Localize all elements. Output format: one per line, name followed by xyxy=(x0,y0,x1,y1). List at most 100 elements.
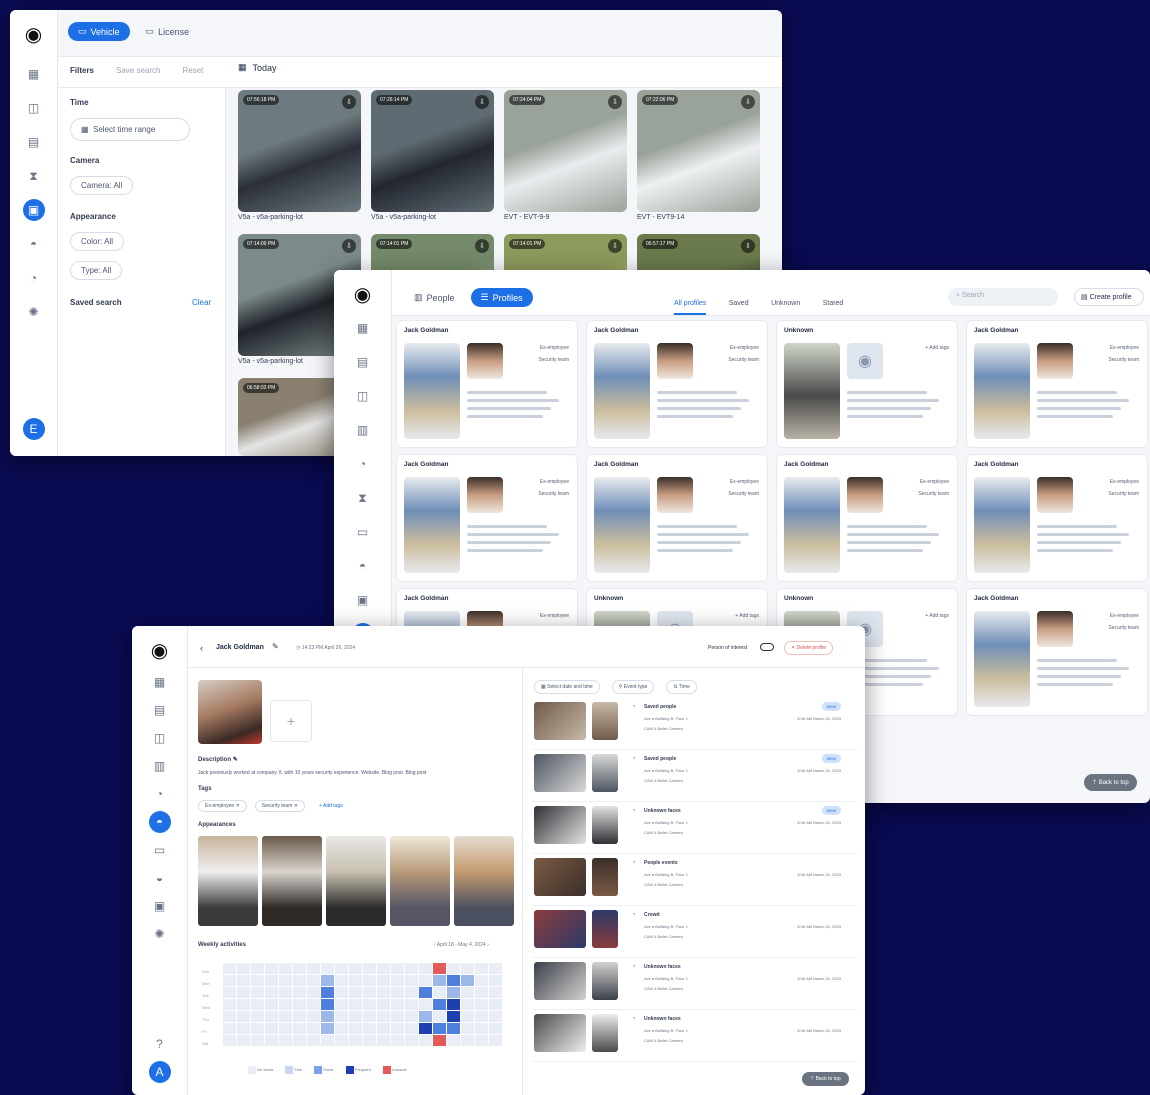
heatmap-cell[interactable] xyxy=(292,1034,307,1047)
heatmap-cell[interactable] xyxy=(348,1034,363,1047)
heatmap-cell[interactable] xyxy=(376,1022,391,1035)
heatmap-cell[interactable] xyxy=(460,1034,475,1047)
profile-tag[interactable]: Ex-employee xyxy=(1110,479,1139,485)
car-icon[interactable]: ▭ xyxy=(149,839,171,861)
edit-icon[interactable]: ✎ xyxy=(272,642,279,651)
heatmap-cell[interactable] xyxy=(488,986,503,999)
heatmap-cell[interactable] xyxy=(348,1010,363,1023)
profile-card[interactable]: Jack Goldman Ex-employee Security team xyxy=(586,454,768,582)
heatmap-cell[interactable] xyxy=(320,986,335,999)
appearance-thumb[interactable] xyxy=(262,836,322,926)
heatmap-cell[interactable] xyxy=(348,974,363,987)
profile-tag[interactable]: Ex-employee xyxy=(540,345,569,351)
heatmap-cell[interactable] xyxy=(432,1010,447,1023)
heatmap-cell[interactable] xyxy=(432,986,447,999)
dashboard-icon[interactable]: ▦ xyxy=(149,671,171,693)
heatmap-cell[interactable] xyxy=(264,998,279,1011)
profile-tag[interactable]: + Add tags xyxy=(925,613,949,619)
download-icon[interactable]: ⇩ xyxy=(608,95,622,109)
heatmap-cell[interactable] xyxy=(418,962,433,975)
heatmap-cell[interactable] xyxy=(348,998,363,1011)
subtab-saved[interactable]: Saved xyxy=(729,300,749,307)
heatmap-cell[interactable] xyxy=(460,998,475,1011)
heatmap-cell[interactable] xyxy=(264,1010,279,1023)
avatar[interactable]: A xyxy=(148,1061,171,1083)
search-input[interactable]: ⌕ Search xyxy=(948,288,1058,306)
heatmap-cell[interactable] xyxy=(278,998,293,1011)
color-chip[interactable]: Color: All xyxy=(70,232,125,251)
heatmap-cell[interactable] xyxy=(306,962,321,975)
download-icon[interactable]: ⇩ xyxy=(608,239,622,253)
appearance-thumb[interactable] xyxy=(454,836,514,926)
heatmap-cell[interactable] xyxy=(390,1022,405,1035)
heatmap-cell[interactable] xyxy=(488,998,503,1011)
heatmap-cell[interactable] xyxy=(222,998,237,1011)
date-time-filter[interactable]: ▦ Select date and time xyxy=(534,680,600,694)
create-profile-button[interactable]: ▤ Create profile xyxy=(1074,288,1144,306)
profile-tag[interactable]: Ex-employee xyxy=(540,479,569,485)
heatmap-cell[interactable] xyxy=(390,998,405,1011)
heatmap-cell[interactable] xyxy=(488,1034,503,1047)
gallery-icon[interactable]: ▤ xyxy=(23,131,45,153)
heatmap-cell[interactable] xyxy=(264,1034,279,1047)
dashboard-icon[interactable]: ▦ xyxy=(352,317,374,339)
person-nav-icon[interactable]: ◓ xyxy=(23,233,45,255)
heatmap-cell[interactable] xyxy=(292,1022,307,1035)
heatmap-cell[interactable] xyxy=(474,962,489,975)
heatmap-cell[interactable] xyxy=(334,1034,349,1047)
heatmap-cell[interactable] xyxy=(292,1010,307,1023)
heatmap-cell[interactable] xyxy=(362,962,377,975)
event-row[interactable]: ◔ Unknown faces Ave a Building B, Floor 1 C… xyxy=(532,802,857,854)
heatmap-cell[interactable] xyxy=(432,998,447,1011)
heatmap-cell[interactable] xyxy=(404,1022,419,1035)
heatmap-cell[interactable] xyxy=(292,986,307,999)
heatmap-cell[interactable] xyxy=(278,1022,293,1035)
back-to-top-button[interactable]: ⇡ Back to top xyxy=(802,1072,849,1086)
download-icon[interactable]: ⇩ xyxy=(475,239,489,253)
heatmap-cell[interactable] xyxy=(376,962,391,975)
profile-tag[interactable]: Ex-employee xyxy=(730,479,759,485)
event-row[interactable]: ◔ Unknown faces Ave a Building B, Floor 1 C… xyxy=(532,1010,857,1062)
gallery-icon[interactable]: ▥ xyxy=(149,755,171,777)
heatmap-cell[interactable] xyxy=(306,1010,321,1023)
calendar-icon[interactable]: ▣ xyxy=(352,589,374,611)
profile-card[interactable]: Jack Goldman Ex-employee Security team xyxy=(966,454,1148,582)
heatmap-cell[interactable] xyxy=(362,1034,377,1047)
appearance-thumb[interactable] xyxy=(390,836,450,926)
bell-icon[interactable]: ◔ xyxy=(352,453,374,475)
tab-vehicle[interactable]: ▭ Vehicle xyxy=(68,22,130,41)
heatmap-cell[interactable] xyxy=(222,974,237,987)
profile-card[interactable]: Jack Goldman Ex-employee Security team xyxy=(776,454,958,582)
profile-tag[interactable]: Ex-employee xyxy=(1110,345,1139,351)
camera-icon[interactable]: ◫ xyxy=(149,727,171,749)
heatmap-cell[interactable] xyxy=(376,1010,391,1023)
heatmap-cell[interactable] xyxy=(236,1022,251,1035)
heatmap-cell[interactable] xyxy=(278,962,293,975)
heatmap-cell[interactable] xyxy=(474,1034,489,1047)
heatmap-cell[interactable] xyxy=(488,1022,503,1035)
vehicle-thumbnail[interactable]: 07:56:18 PM ⇩ xyxy=(238,90,361,212)
profile-tag[interactable]: Ex-employee xyxy=(920,479,949,485)
avatar[interactable]: E xyxy=(22,418,45,440)
heatmap-cell[interactable] xyxy=(362,1022,377,1035)
heatmap-cell[interactable] xyxy=(236,998,251,1011)
save-search-button[interactable]: Save search xyxy=(116,66,160,75)
heatmap-cell[interactable] xyxy=(222,1034,237,1047)
heatmap-cell[interactable] xyxy=(292,974,307,987)
heatmap-cell[interactable] xyxy=(250,1034,265,1047)
heatmap-cell[interactable] xyxy=(432,962,447,975)
profile-tag[interactable]: Security team xyxy=(1108,625,1139,631)
vehicle-nav-icon[interactable]: ▣ xyxy=(22,199,45,221)
heatmap-cell[interactable] xyxy=(362,986,377,999)
add-photo-button[interactable]: + xyxy=(270,700,312,742)
heatmap-cell[interactable] xyxy=(306,998,321,1011)
heatmap-cell[interactable] xyxy=(362,974,377,987)
person-nav-icon[interactable]: ◓ xyxy=(352,555,374,577)
heatmap-cell[interactable] xyxy=(446,962,461,975)
heatmap-cell[interactable] xyxy=(432,1022,447,1035)
heatmap-cell[interactable] xyxy=(446,986,461,999)
heatmap-cell[interactable] xyxy=(264,1022,279,1035)
heatmap-cell[interactable] xyxy=(390,1034,405,1047)
edit-icon[interactable]: ✎ xyxy=(233,757,238,763)
appearance-thumb[interactable] xyxy=(198,836,258,926)
